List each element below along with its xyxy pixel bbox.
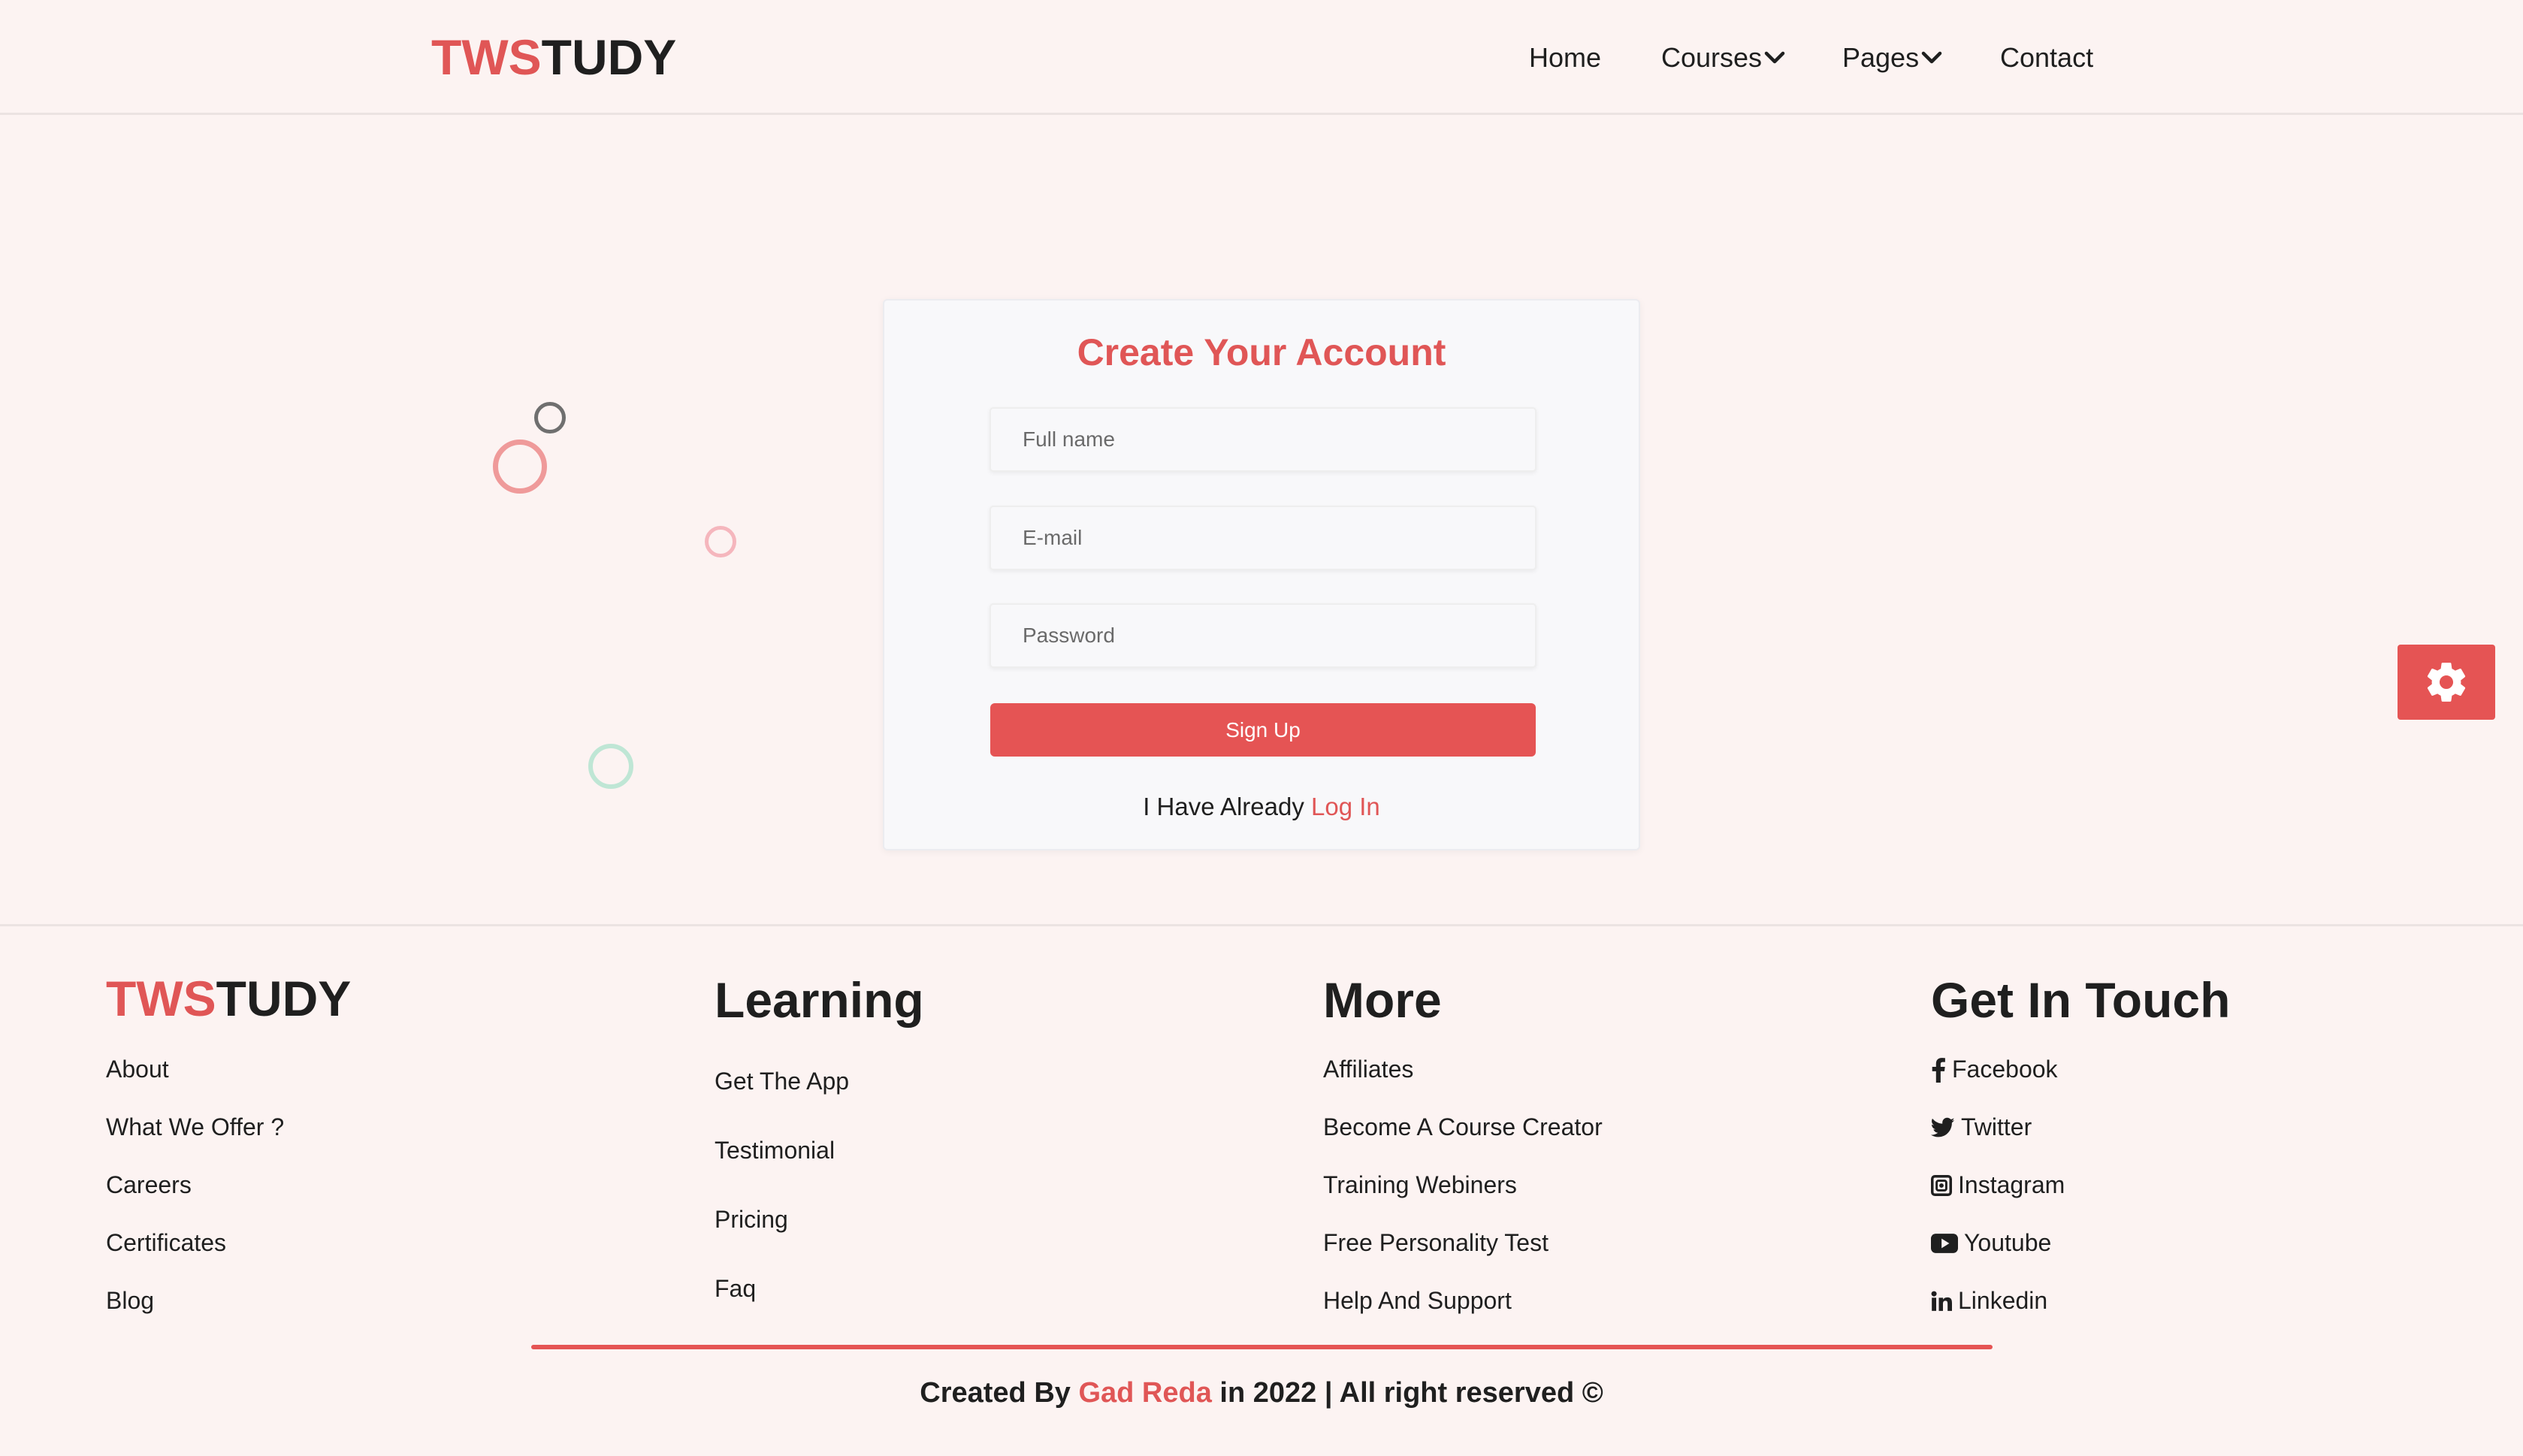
decorative-circle: [588, 744, 633, 789]
decorative-circle: [534, 402, 566, 433]
chevron-down-icon: [1764, 51, 1785, 64]
logo-part-red: TWS: [106, 971, 216, 1026]
facebook-icon: [1932, 1057, 1945, 1083]
credits-suffix: in 2022 | All right reserved ©: [1219, 1377, 1603, 1409]
site-footer: TWSTUDY About What We Offer ? Careers Ce…: [0, 924, 2523, 1456]
login-prompt: I Have Already Log In: [884, 793, 1639, 821]
credits-author[interactable]: Gad Reda: [1078, 1377, 1211, 1409]
social-label: Linkedin: [1958, 1287, 2048, 1314]
chevron-down-icon: [1921, 51, 1942, 64]
footer-link-help-support[interactable]: Help And Support: [1323, 1287, 1512, 1315]
nav-label: Pages: [1842, 42, 1920, 73]
footer-link-certificates[interactable]: Certificates: [106, 1229, 226, 1257]
signup-page: TWSTUDY Home Courses Pages Contact Creat…: [0, 0, 2523, 1456]
footer-title-get-in-touch: Get In Touch: [1931, 972, 2231, 1028]
login-prompt-text: I Have Already: [1143, 793, 1304, 820]
password-input[interactable]: [990, 603, 1536, 668]
youtube-icon: [1931, 1233, 1958, 1253]
nav-item-contact[interactable]: Contact: [2000, 42, 2093, 74]
footer-link-testimonial[interactable]: Testimonial: [715, 1137, 835, 1164]
settings-button[interactable]: [2398, 645, 2495, 720]
footer-link-get-the-app[interactable]: Get The App: [715, 1068, 849, 1095]
footer-title-learning: Learning: [715, 972, 924, 1028]
nav-item-home[interactable]: Home: [1529, 42, 1601, 74]
header-logo[interactable]: TWSTUDY: [431, 29, 676, 86]
login-link[interactable]: Log In: [1311, 793, 1380, 820]
instagram-icon: [1931, 1174, 1952, 1196]
footer-link-about[interactable]: About: [106, 1056, 169, 1083]
signup-card: Create Your Account Sign Up I Have Alrea…: [883, 299, 1640, 850]
credits-prefix: Created By: [920, 1377, 1071, 1409]
decorative-circle: [493, 440, 547, 494]
decorative-circle: [705, 526, 736, 557]
logo-part-red: TWS: [431, 29, 542, 85]
footer-link-training-webiners[interactable]: Training Webiners: [1323, 1171, 1517, 1199]
footer-link-twitter[interactable]: Twitter: [1931, 1113, 2032, 1141]
nav-label: Home: [1529, 42, 1602, 73]
social-label: Twitter: [1961, 1113, 2032, 1140]
footer-link-facebook[interactable]: Facebook: [1931, 1056, 2058, 1083]
nav-item-courses[interactable]: Courses: [1661, 42, 1786, 74]
logo-part-dark: TUDY: [541, 29, 677, 85]
social-label: Instagram: [1958, 1171, 2065, 1198]
footer-logo[interactable]: TWSTUDY: [106, 970, 351, 1027]
full-name-input[interactable]: [990, 407, 1536, 472]
footer-link-instagram[interactable]: Instagram: [1931, 1171, 2065, 1199]
footer-title-more: More: [1323, 972, 1442, 1028]
social-label: Youtube: [1964, 1229, 2052, 1256]
nav-item-pages[interactable]: Pages: [1842, 42, 1943, 74]
email-input[interactable]: [990, 506, 1536, 570]
footer-link-pricing[interactable]: Pricing: [715, 1206, 788, 1234]
footer-link-affiliates[interactable]: Affiliates: [1323, 1056, 1413, 1083]
footer-link-careers[interactable]: Careers: [106, 1171, 192, 1199]
footer-link-faq[interactable]: Faq: [715, 1275, 756, 1303]
logo-part-dark: TUDY: [216, 971, 352, 1026]
twitter-icon: [1931, 1117, 1955, 1137]
footer-link-personality-test[interactable]: Free Personality Test: [1323, 1229, 1549, 1257]
footer-link-youtube[interactable]: Youtube: [1931, 1229, 2051, 1257]
footer-credits: Created By Gad Reda in 2022 | All right …: [0, 1377, 2523, 1409]
sign-up-button[interactable]: Sign Up: [990, 703, 1536, 757]
footer-divider: [531, 1345, 1993, 1349]
nav-label: Contact: [2000, 42, 2094, 73]
nav-label: Courses: [1661, 42, 1763, 73]
site-header: TWSTUDY Home Courses Pages Contact: [0, 0, 2523, 115]
footer-link-course-creator[interactable]: Become A Course Creator: [1323, 1113, 1603, 1141]
linkedin-icon: [1931, 1291, 1952, 1311]
footer-link-what-we-offer[interactable]: What We Offer ?: [106, 1113, 284, 1141]
gear-icon: [2427, 663, 2466, 702]
footer-link-blog[interactable]: Blog: [106, 1287, 154, 1315]
footer-link-linkedin[interactable]: Linkedin: [1931, 1287, 2047, 1315]
social-label: Facebook: [1952, 1056, 2058, 1083]
form-title: Create Your Account: [1077, 331, 1446, 373]
